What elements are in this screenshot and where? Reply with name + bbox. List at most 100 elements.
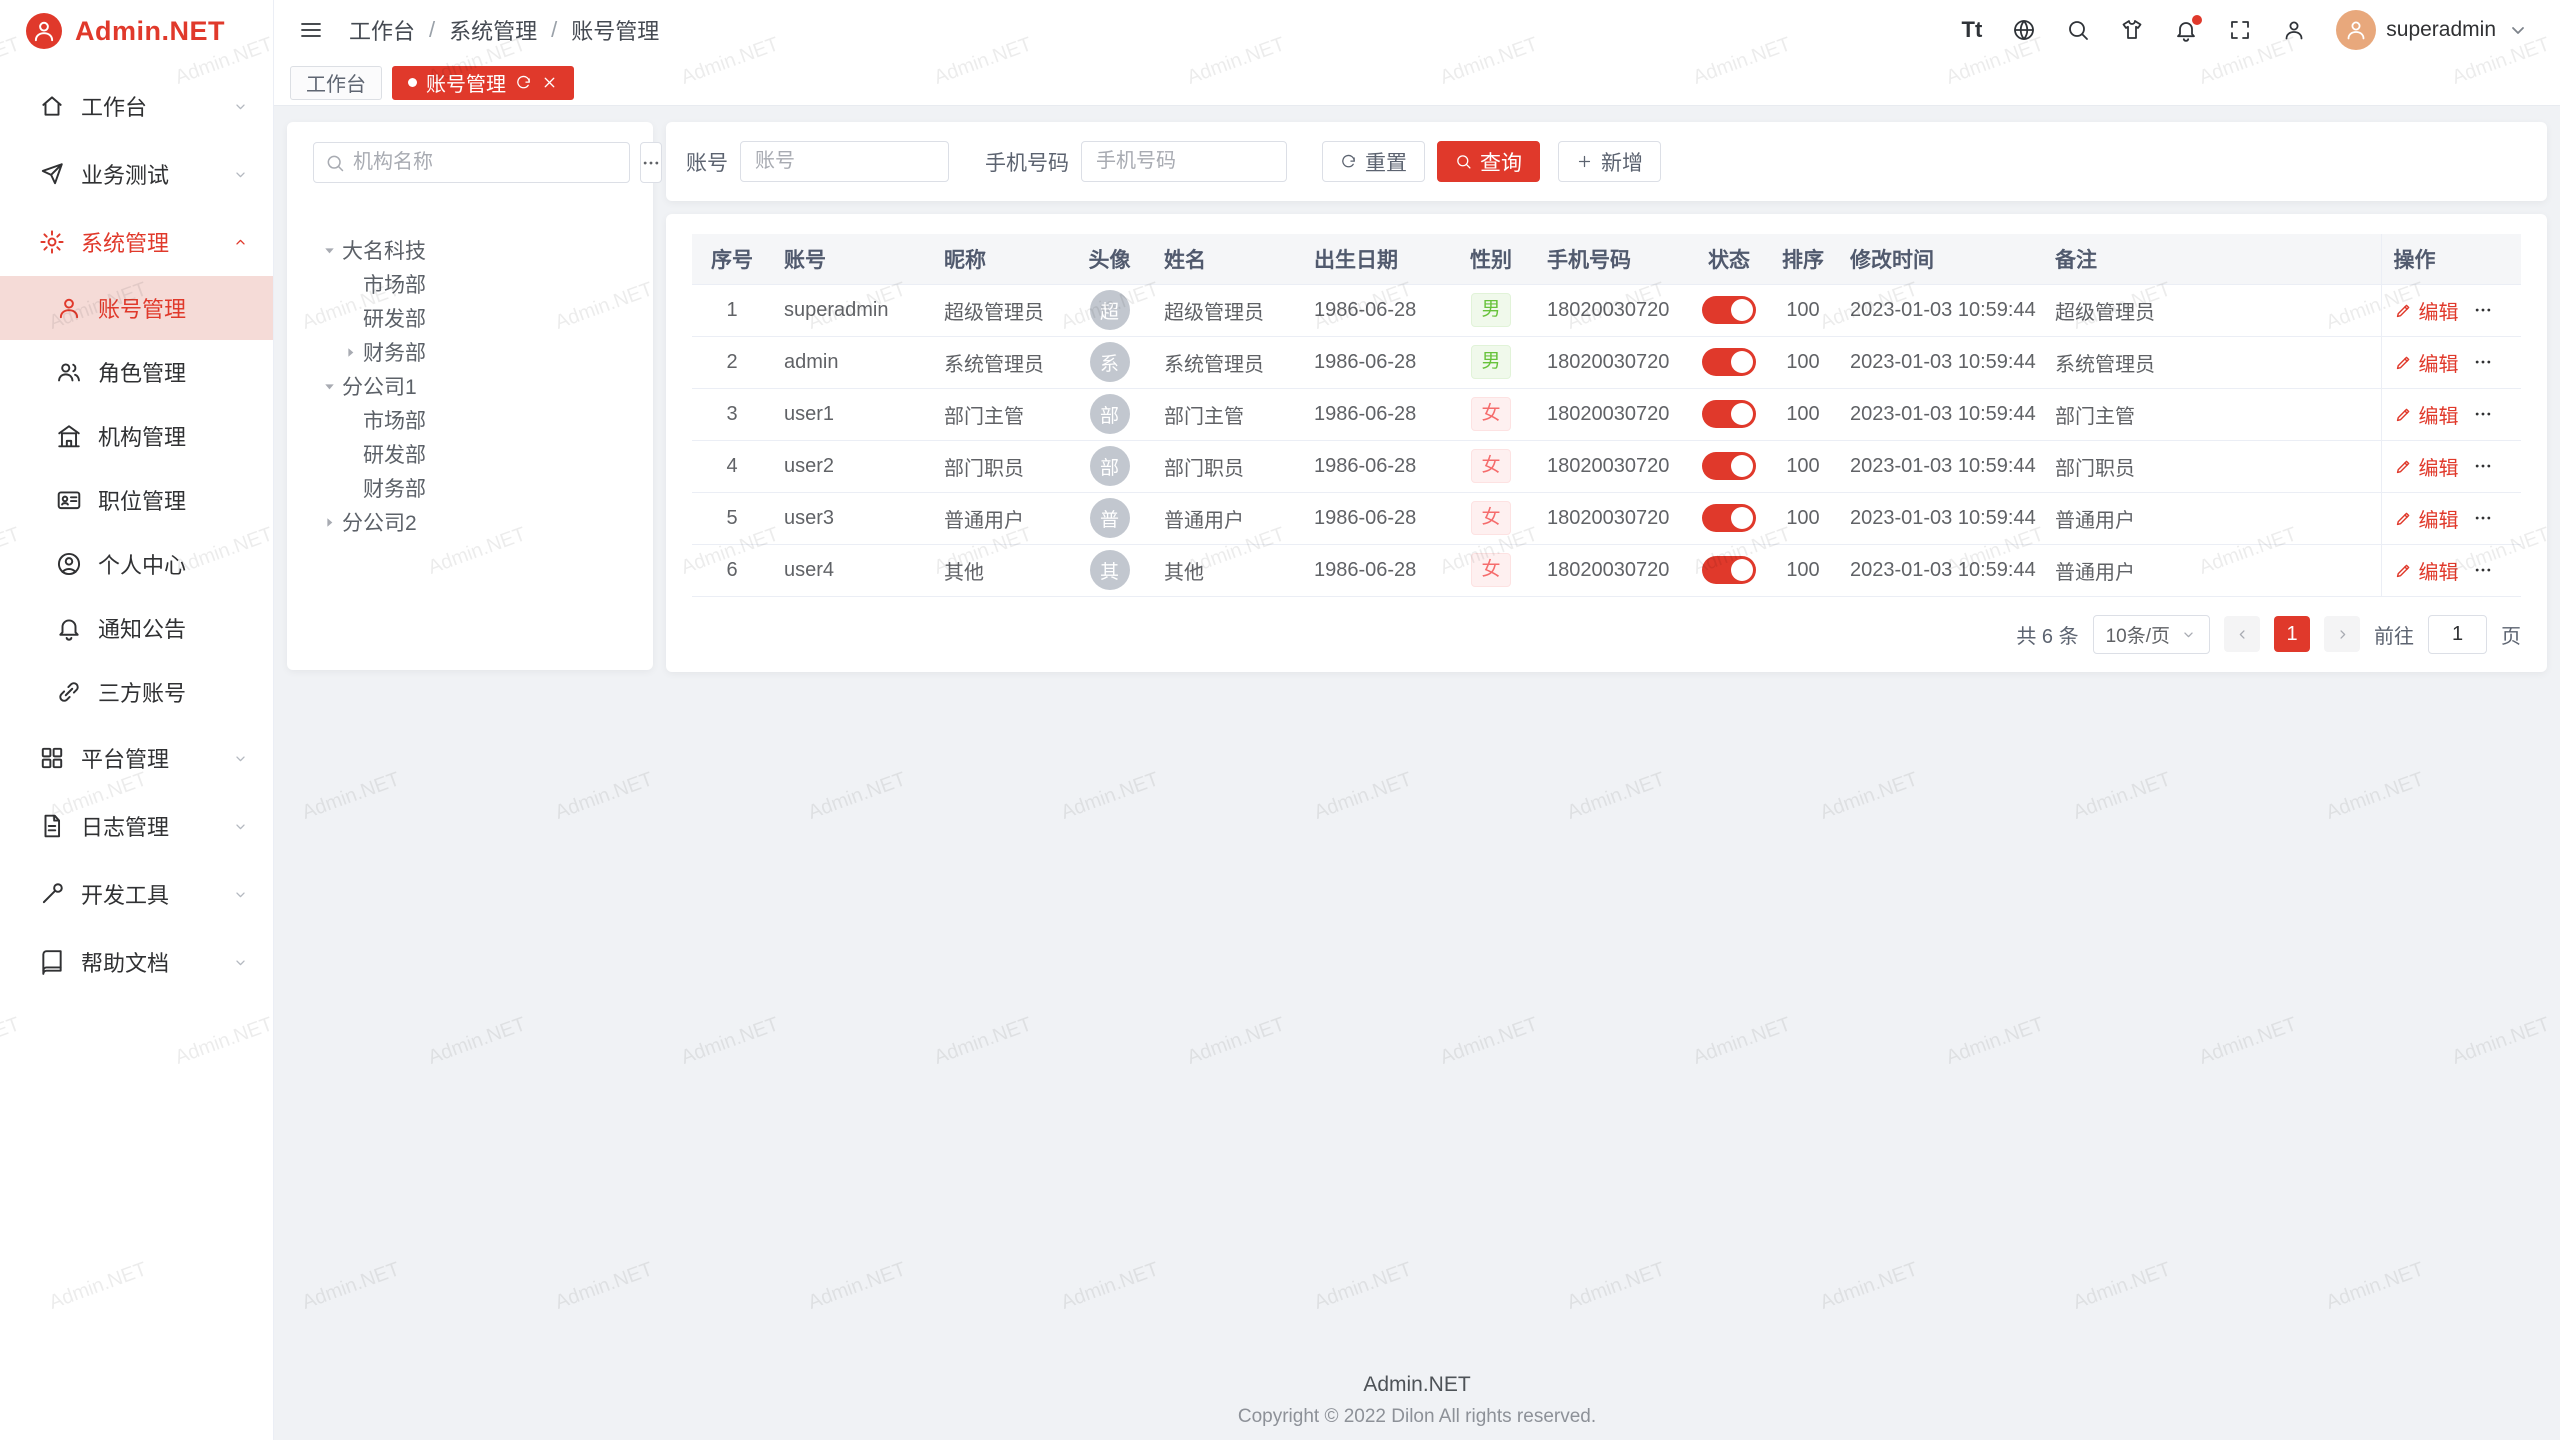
row-more-icon[interactable]: [2473, 300, 2493, 320]
table-row: 5user3普通用户普普通用户1986-06-28女18020030720100…: [692, 492, 2521, 544]
column-header-gender: 性别: [1447, 234, 1535, 284]
font-size-icon[interactable]: Tt: [1962, 19, 1983, 41]
sidebar-item-platform-management[interactable]: 平台管理: [0, 724, 273, 792]
account-label: 账号: [686, 147, 728, 177]
tree-node-label: 财务部: [363, 473, 426, 503]
table-cell-gender: 女: [1447, 388, 1535, 440]
tree-node[interactable]: 研发部: [313, 437, 627, 471]
reset-label: 重置: [1365, 147, 1407, 177]
topbar: 工作台/系统管理/账号管理 Tt superadmin: [274, 0, 2560, 60]
tree-node[interactable]: 市场部: [313, 267, 627, 301]
add-button[interactable]: 新增: [1558, 141, 1661, 182]
row-more-icon[interactable]: [2473, 404, 2493, 424]
status-toggle[interactable]: [1702, 452, 1756, 480]
tab-label: 账号管理: [426, 68, 506, 97]
sidebar-item-org-management[interactable]: 机构管理: [0, 404, 273, 468]
status-toggle[interactable]: [1702, 400, 1756, 428]
sidebar-item-role-management[interactable]: 角色管理: [0, 340, 273, 404]
profile-icon[interactable]: [2282, 18, 2306, 42]
page-size-select[interactable]: 10条/页: [2093, 615, 2210, 654]
status-toggle[interactable]: [1702, 296, 1756, 324]
row-more-icon[interactable]: [2473, 352, 2493, 372]
tree-node[interactable]: 财务部: [313, 335, 627, 369]
table-cell-account: superadmin: [772, 284, 932, 336]
edit-button[interactable]: 编辑: [2394, 400, 2459, 429]
fullscreen-icon[interactable]: [2228, 18, 2252, 42]
sidebar-item-log-management[interactable]: 日志管理: [0, 792, 273, 860]
sidebar-item-notice-announcement[interactable]: 通知公告: [0, 596, 273, 660]
breadcrumb-item[interactable]: 工作台: [349, 14, 415, 46]
account-input[interactable]: [740, 141, 949, 182]
goto-page-input[interactable]: [2428, 615, 2487, 654]
status-toggle[interactable]: [1702, 504, 1756, 532]
page-1-button[interactable]: 1: [2274, 616, 2310, 652]
search-icon[interactable]: [2066, 18, 2090, 42]
org-more-button[interactable]: [640, 142, 662, 183]
user-menu[interactable]: superadmin: [2336, 10, 2530, 50]
row-more-icon[interactable]: [2473, 456, 2493, 476]
cell-index: 5: [726, 507, 737, 529]
table-cell-gender: 女: [1447, 440, 1535, 492]
phone-input[interactable]: [1081, 141, 1287, 182]
breadcrumb-item[interactable]: 系统管理: [449, 14, 537, 46]
notification-bell[interactable]: [2174, 18, 2198, 42]
tree-node[interactable]: 研发部: [313, 301, 627, 335]
sidebar-item-dev-tools[interactable]: 开发工具: [0, 860, 273, 928]
tab-close-icon[interactable]: [541, 74, 558, 91]
tree-node[interactable]: 分公司2: [313, 505, 627, 539]
language-icon[interactable]: [2012, 18, 2036, 42]
sidebar-item-profile-center[interactable]: 个人中心: [0, 532, 273, 596]
breadcrumb-item[interactable]: 账号管理: [571, 14, 659, 46]
cell-remark: 普通用户: [2055, 562, 2135, 584]
tab-workbench[interactable]: 工作台: [290, 66, 382, 100]
tree-node[interactable]: 财务部: [313, 471, 627, 505]
sidebar-item-label: 通知公告: [98, 612, 186, 644]
next-page-button[interactable]: [2324, 616, 2360, 652]
cell-nickname: 超级管理员: [944, 302, 1044, 324]
chevron-down-icon: [232, 750, 249, 767]
sidebar-item-business-test[interactable]: 业务测试: [0, 140, 273, 208]
table-cell-index: 2: [692, 336, 772, 388]
table-row: 4user2部门职员部部门职员1986-06-28女18020030720100…: [692, 440, 2521, 492]
edit-button[interactable]: 编辑: [2394, 504, 2459, 533]
sidebar-item-position-management[interactable]: 职位管理: [0, 468, 273, 532]
app-logo: Admin.NET: [0, 0, 273, 62]
edit-button[interactable]: 编辑: [2394, 296, 2459, 325]
tree-caret-spacer: [342, 446, 359, 463]
chevron-left-icon: [2234, 626, 2251, 643]
caret-down-icon[interactable]: [321, 378, 338, 395]
hamburger-icon[interactable]: [299, 18, 323, 42]
gender-badge: 女: [1471, 553, 1510, 587]
tab-refresh-icon[interactable]: [515, 74, 532, 91]
org-search-input[interactable]: [353, 151, 618, 174]
table-cell-name: 系统管理员: [1152, 336, 1302, 388]
row-more-icon[interactable]: [2473, 560, 2493, 580]
caret-down-icon[interactable]: [321, 242, 338, 259]
tree-node[interactable]: 市场部: [313, 403, 627, 437]
search-button[interactable]: 查询: [1437, 141, 1540, 182]
table-cell-birthdate: 1986-06-28: [1302, 544, 1447, 596]
prev-page-button[interactable]: [2224, 616, 2260, 652]
cell-name: 其他: [1164, 562, 1204, 584]
cell-birthdate: 1986-06-28: [1314, 403, 1416, 425]
status-toggle[interactable]: [1702, 348, 1756, 376]
reset-button[interactable]: 重置: [1322, 141, 1425, 182]
tree-node[interactable]: 分公司1: [313, 369, 627, 403]
caret-right-icon[interactable]: [321, 514, 338, 531]
tab-account-management[interactable]: 账号管理: [392, 66, 574, 100]
logo-user-icon: [31, 18, 57, 44]
row-more-icon[interactable]: [2473, 508, 2493, 528]
edit-button[interactable]: 编辑: [2394, 452, 2459, 481]
caret-right-icon[interactable]: [342, 344, 359, 361]
table-cell-birthdate: 1986-06-28: [1302, 492, 1447, 544]
sidebar-item-help-docs[interactable]: 帮助文档: [0, 928, 273, 996]
sidebar-item-account-management[interactable]: 账号管理: [0, 276, 273, 340]
sidebar-item-system-management[interactable]: 系统管理: [0, 208, 273, 276]
status-toggle[interactable]: [1702, 556, 1756, 584]
edit-button[interactable]: 编辑: [2394, 348, 2459, 377]
edit-button[interactable]: 编辑: [2394, 556, 2459, 585]
sidebar-item-third-party-account[interactable]: 三方账号: [0, 660, 273, 724]
tree-node[interactable]: 大名科技: [313, 233, 627, 267]
theme-icon[interactable]: [2120, 18, 2144, 42]
sidebar-item-workbench[interactable]: 工作台: [0, 72, 273, 140]
